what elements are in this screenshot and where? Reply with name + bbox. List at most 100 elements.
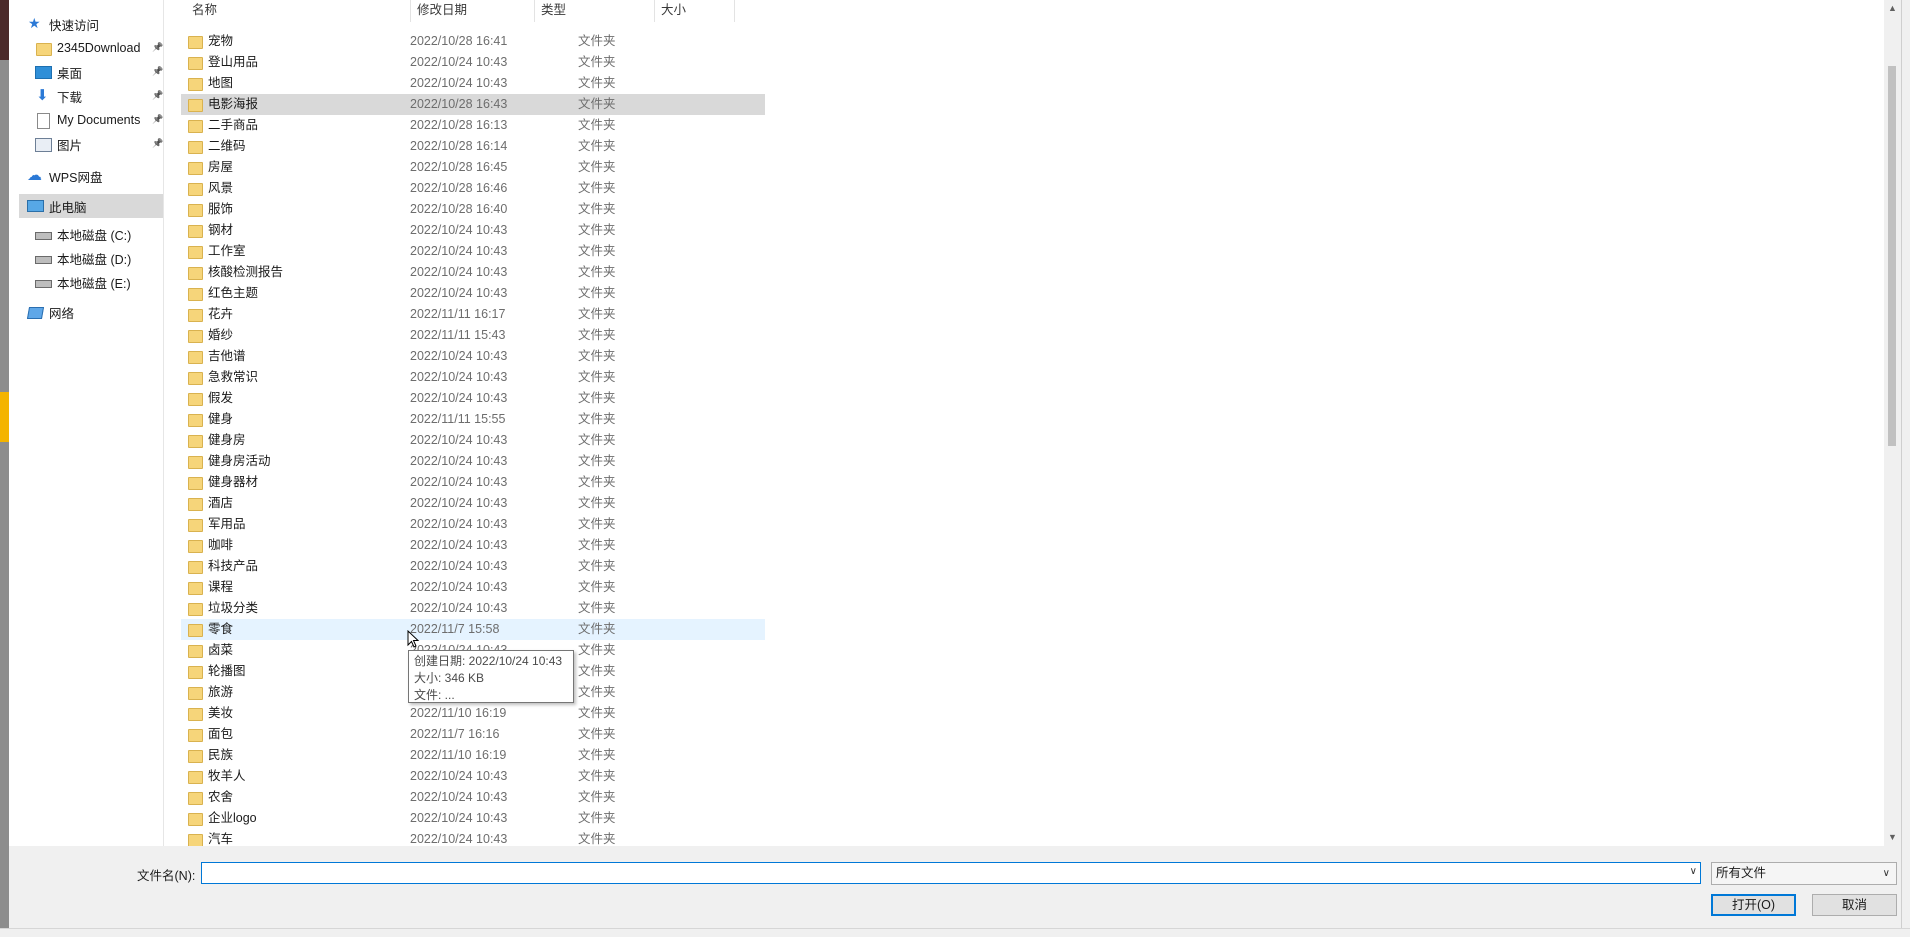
folder-icon — [187, 451, 203, 472]
file-row[interactable]: 汽车 2022/10/24 10:43 文件夹 — [181, 829, 765, 846]
cancel-button[interactable]: 取消 — [1812, 894, 1897, 916]
pin-icon[interactable]: 📌 — [152, 66, 163, 76]
nav-quick-access[interactable]: 快速访问 — [27, 12, 159, 36]
pin-icon[interactable]: 📌 — [152, 42, 163, 52]
file-row[interactable]: 服饰 2022/10/28 16:40 文件夹 — [181, 199, 765, 220]
file-type: 文件夹 — [578, 454, 616, 468]
file-type-filter[interactable]: 所有文件 ∨ — [1711, 862, 1897, 885]
file-row[interactable]: 登山用品 2022/10/24 10:43 文件夹 — [181, 52, 765, 73]
file-date: 2022/11/7 16:16 — [410, 727, 500, 741]
nav-quick-item[interactable]: 2345Download 📌 — [35, 36, 163, 60]
nav-drive-item[interactable]: 本地磁盘 (D:) — [35, 246, 159, 270]
nav-this-pc[interactable]: 此电脑 — [19, 194, 163, 218]
file-row[interactable]: 面包 2022/11/7 16:16 文件夹 — [181, 724, 765, 745]
chevron-down-icon[interactable]: ∨ — [1690, 866, 1697, 877]
file-date: 2022/10/28 16:43 — [410, 97, 508, 111]
nav-wps-cloud[interactable]: WPS网盘 — [27, 164, 159, 188]
vertical-scrollbar[interactable]: ▲ ▼ — [1884, 0, 1901, 846]
file-name: 工作室 — [208, 244, 246, 258]
file-date: 2022/10/24 10:43 — [410, 496, 508, 510]
open-file-dialog: 快速访问 2345Download 📌 桌面 📌 下载 📌 My Documents 📌 图片 📌… — [9, 0, 1902, 928]
file-type: 文件夹 — [578, 223, 616, 237]
nav-drive-item[interactable]: 本地磁盘 (C:) — [35, 222, 159, 246]
file-row[interactable]: 牧羊人 2022/10/24 10:43 文件夹 — [181, 766, 765, 787]
scroll-up-arrow-icon[interactable]: ▲ — [1884, 0, 1901, 17]
folder-icon — [187, 661, 203, 682]
folder-icon — [187, 577, 203, 598]
file-row[interactable]: 假发 2022/10/24 10:43 文件夹 — [181, 388, 765, 409]
file-row[interactable]: 地图 2022/10/24 10:43 文件夹 — [181, 73, 765, 94]
file-row[interactable]: 二维码 2022/10/28 16:14 文件夹 — [181, 136, 765, 157]
file-type: 文件夹 — [578, 622, 616, 636]
file-date: 2022/11/11 15:55 — [410, 412, 506, 426]
file-type: 文件夹 — [578, 349, 616, 363]
file-row[interactable]: 农舍 2022/10/24 10:43 文件夹 — [181, 787, 765, 808]
pin-icon[interactable]: 📌 — [152, 114, 163, 124]
file-name: 面包 — [208, 727, 234, 741]
nav-drive-item[interactable]: 本地磁盘 (E:) — [35, 270, 159, 294]
file-row[interactable]: 核酸检测报告 2022/10/24 10:43 文件夹 — [181, 262, 765, 283]
column-date[interactable]: 修改日期 — [411, 0, 535, 22]
file-row[interactable]: 民族 2022/11/10 16:19 文件夹 — [181, 745, 765, 766]
file-row[interactable]: 军用品 2022/10/24 10:43 文件夹 — [181, 514, 765, 535]
desktop-icon — [35, 64, 52, 80]
file-name: 吉他谱 — [208, 349, 246, 363]
file-row[interactable]: 零食 2022/11/7 15:58 文件夹 — [181, 619, 765, 640]
file-list: 名称 修改日期 类型 大小 宠物 2022/10/28 16:41 文件夹 登山用品 2… — [164, 0, 1901, 846]
file-row[interactable]: 科技产品 2022/10/24 10:43 文件夹 — [181, 556, 765, 577]
file-row[interactable]: 房屋 2022/10/28 16:45 文件夹 — [181, 157, 765, 178]
file-row[interactable]: 电影海报 2022/10/28 16:43 文件夹 — [181, 94, 765, 115]
file-row[interactable]: 急救常识 2022/10/24 10:43 文件夹 — [181, 367, 765, 388]
filename-input[interactable] — [205, 864, 1679, 884]
folder-icon — [187, 703, 203, 724]
file-row[interactable]: 垃圾分类 2022/10/24 10:43 文件夹 — [181, 598, 765, 619]
pin-icon[interactable]: 📌 — [152, 138, 163, 148]
file-row[interactable]: 二手商品 2022/10/28 16:13 文件夹 — [181, 115, 765, 136]
file-row[interactable]: 健身房活动 2022/10/24 10:43 文件夹 — [181, 451, 765, 472]
scroll-down-arrow-icon[interactable]: ▼ — [1884, 829, 1901, 846]
filename-combobox[interactable]: ∨ — [201, 862, 1701, 884]
file-row[interactable]: 婚纱 2022/11/11 15:43 文件夹 — [181, 325, 765, 346]
nav-quick-item[interactable]: 图片 📌 — [35, 132, 163, 156]
folder-icon — [187, 346, 203, 367]
nav-quick-item[interactable]: 桌面 📌 — [35, 60, 163, 84]
scroll-thumb[interactable] — [1888, 66, 1896, 446]
file-row[interactable]: 吉他谱 2022/10/24 10:43 文件夹 — [181, 346, 765, 367]
column-size[interactable]: 大小 — [655, 0, 735, 22]
file-row[interactable]: 健身器材 2022/10/24 10:43 文件夹 — [181, 472, 765, 493]
pin-icon[interactable]: 📌 — [152, 90, 163, 100]
file-row[interactable]: 健身 2022/11/11 15:55 文件夹 — [181, 409, 765, 430]
file-info-tooltip: 创建日期: 2022/10/24 10:43 大小: 346 KB 文件: ..… — [408, 650, 574, 703]
file-row[interactable]: 课程 2022/10/24 10:43 文件夹 — [181, 577, 765, 598]
file-row[interactable]: 钢材 2022/10/24 10:43 文件夹 — [181, 220, 765, 241]
nav-quick-item[interactable]: My Documents 📌 — [35, 108, 163, 132]
folder-icon — [187, 409, 203, 430]
nav-label: 2345Download — [57, 41, 141, 55]
folder-icon — [35, 40, 52, 56]
file-row[interactable]: 风景 2022/10/28 16:46 文件夹 — [181, 178, 765, 199]
file-row[interactable]: 健身房 2022/10/24 10:43 文件夹 — [181, 430, 765, 451]
folder-icon — [187, 724, 203, 745]
file-row[interactable]: 工作室 2022/10/24 10:43 文件夹 — [181, 241, 765, 262]
file-name: 旅游 — [208, 685, 234, 699]
file-date: 2022/10/24 10:43 — [410, 601, 508, 615]
nav-label: 此电脑 — [49, 200, 87, 215]
file-row[interactable]: 企业logo 2022/10/24 10:43 文件夹 — [181, 808, 765, 829]
file-row[interactable]: 咖啡 2022/10/24 10:43 文件夹 — [181, 535, 765, 556]
file-row[interactable]: 美妆 2022/11/10 16:19 文件夹 — [181, 703, 765, 724]
column-name[interactable]: 名称 — [186, 0, 411, 22]
file-row[interactable]: 宠物 2022/10/28 16:41 文件夹 — [181, 31, 765, 52]
nav-quick-item[interactable]: 下载 📌 — [35, 84, 163, 108]
open-button[interactable]: 打开(O) — [1711, 894, 1796, 916]
column-type[interactable]: 类型 — [535, 0, 655, 22]
file-date: 2022/10/24 10:43 — [410, 349, 508, 363]
file-date: 2022/11/7 15:58 — [410, 622, 500, 636]
file-name: 电影海报 — [208, 97, 259, 111]
file-type: 文件夹 — [578, 559, 616, 573]
nav-network[interactable]: 网络 — [27, 300, 159, 324]
file-row[interactable]: 酒店 2022/10/24 10:43 文件夹 — [181, 493, 765, 514]
file-row[interactable]: 红色主题 2022/10/24 10:43 文件夹 — [181, 283, 765, 304]
file-row[interactable]: 花卉 2022/11/11 16:17 文件夹 — [181, 304, 765, 325]
file-type: 文件夹 — [578, 517, 616, 531]
file-date: 2022/11/10 16:19 — [410, 706, 507, 720]
